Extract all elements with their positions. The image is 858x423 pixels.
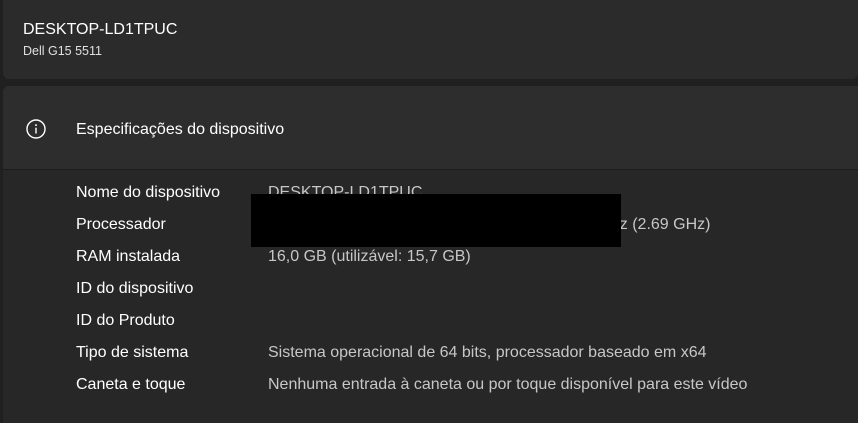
spec-label: Caneta e toque bbox=[76, 376, 186, 393]
spec-label: ID do Produto bbox=[76, 312, 175, 329]
spec-row-pen-and-touch: Caneta e toque Nenhuma entrada à caneta … bbox=[3, 376, 858, 408]
device-model: Dell G15 5511 bbox=[23, 44, 102, 58]
spec-row-product-id: ID do Produto bbox=[3, 312, 858, 344]
info-icon bbox=[26, 119, 46, 139]
spec-row-installed-ram: RAM instalada 16,0 GB (utilizável: 15,7 … bbox=[3, 248, 858, 280]
device-name[interactable]: DESKTOP-LD1TPUC bbox=[23, 21, 177, 39]
settings-about-page: DESKTOP-LD1TPUC Dell G15 5511 Especifica… bbox=[0, 0, 858, 423]
redaction-block bbox=[251, 194, 621, 247]
device-header-card: DESKTOP-LD1TPUC Dell G15 5511 bbox=[3, 0, 858, 79]
spec-value: Sistema operacional de 64 bits, processa… bbox=[268, 344, 707, 361]
spec-label: Nome do dispositivo bbox=[76, 184, 221, 201]
spec-label: ID do dispositivo bbox=[76, 280, 194, 297]
spec-value: Nenhuma entrada à caneta ou por toque di… bbox=[268, 376, 748, 393]
device-specifications-header[interactable]: Especificações do dispositivo bbox=[3, 86, 858, 170]
spec-row-system-type: Tipo de sistema Sistema operacional de 6… bbox=[3, 344, 858, 376]
spec-label: RAM instalada bbox=[76, 248, 181, 265]
device-specifications-card: Especificações do dispositivo Nome do di… bbox=[3, 86, 858, 423]
spec-row-device-id: ID do dispositivo bbox=[3, 280, 858, 312]
spec-label: Processador bbox=[76, 216, 166, 233]
device-specifications-title: Especificações do dispositivo bbox=[76, 121, 285, 138]
spec-value: 16,0 GB (utilizável: 15,7 GB) bbox=[268, 248, 471, 265]
spec-label: Tipo de sistema bbox=[76, 344, 189, 361]
